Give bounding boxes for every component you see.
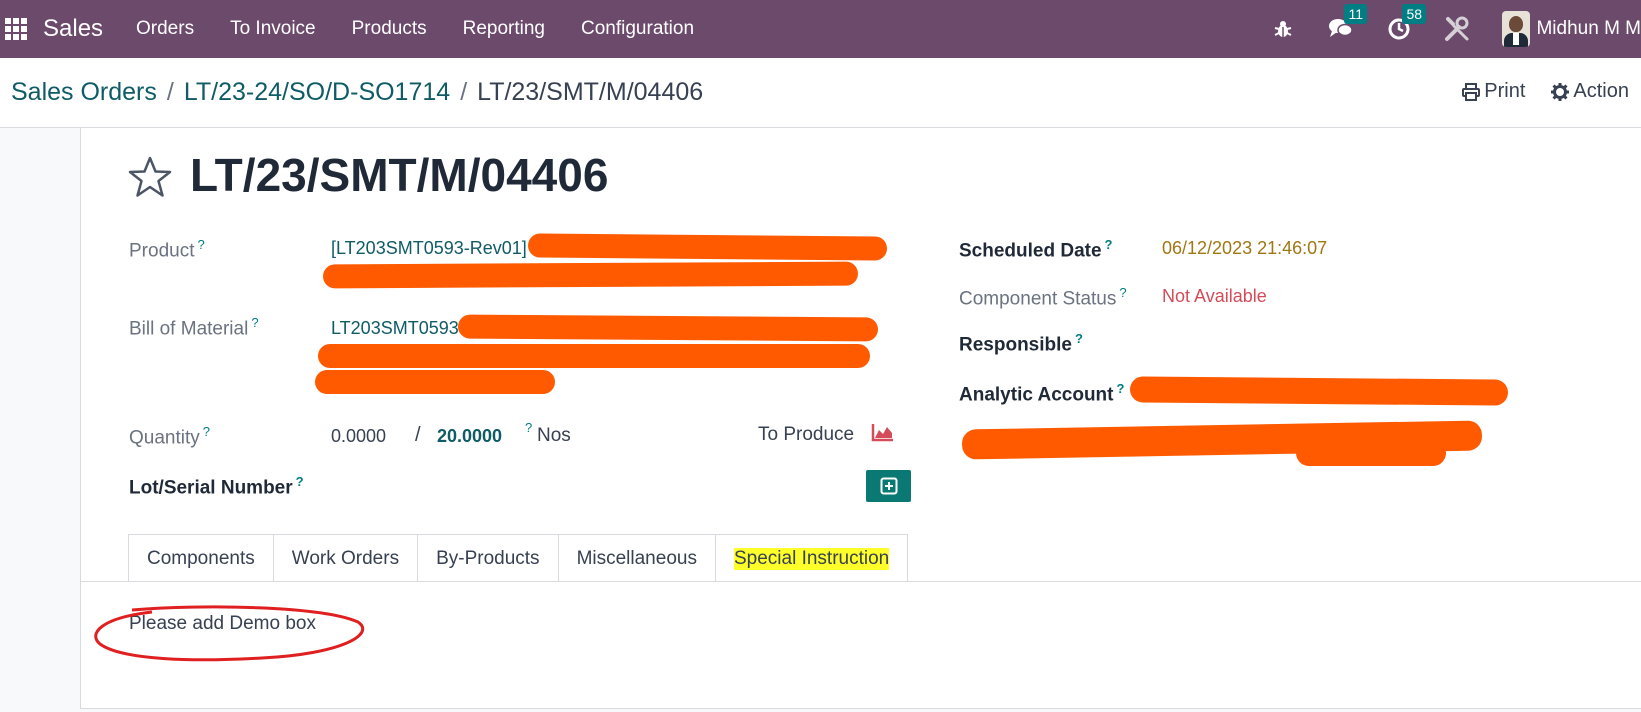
tabs-divider <box>80 581 1641 582</box>
area-chart-icon[interactable] <box>871 422 895 442</box>
app-brand[interactable]: Sales <box>43 15 103 43</box>
breadcrumb-sales-orders[interactable]: Sales Orders <box>11 78 157 107</box>
menu-orders[interactable]: Orders <box>136 18 194 40</box>
lot-serial-label: Lot/Serial Number? <box>129 474 304 499</box>
menu-to-invoice[interactable]: To Invoice <box>230 18 316 40</box>
messages-chat-icon[interactable]: 11 <box>1328 4 1368 42</box>
debug-bug-icon[interactable] <box>1270 16 1296 42</box>
gear-icon <box>1551 82 1570 101</box>
help-icon[interactable]: ? <box>203 424 210 439</box>
user-avatar[interactable] <box>1502 11 1531 47</box>
top-navbar: Sales Orders To Invoice Products Reporti… <box>0 0 1641 58</box>
product-label: Product? <box>129 237 205 262</box>
breadcrumb: Sales Orders / LT/23-24/SO/D-SO1714 / LT… <box>11 78 703 107</box>
tab-miscellaneous[interactable]: Miscellaneous <box>557 534 716 582</box>
help-icon[interactable]: ? <box>197 237 204 252</box>
scheduled-date-value[interactable]: 06/12/2023 21:46:07 <box>1162 238 1327 259</box>
annotation-circle <box>94 605 365 662</box>
quantity-produced[interactable]: 0.0000 <box>331 426 386 447</box>
main-menu: Orders To Invoice Products Reporting Con… <box>136 0 730 58</box>
action-button[interactable]: Action <box>1551 80 1629 103</box>
help-icon[interactable]: ? <box>296 474 304 489</box>
menu-products[interactable]: Products <box>352 18 427 40</box>
action-label: Action <box>1573 80 1629 102</box>
quantity-to-produce[interactable]: 20.0000 <box>437 426 502 447</box>
product-value[interactable]: [LT203SMT0593-Rev01] <box>331 238 527 259</box>
print-icon <box>1462 82 1481 101</box>
redaction-mark <box>322 261 859 289</box>
tab-work-orders[interactable]: Work Orders <box>272 534 419 582</box>
help-icon[interactable]: ? <box>1117 381 1125 396</box>
notebook-tabs: Components Work Orders By-Products Misce… <box>128 534 909 582</box>
messages-badge: 11 <box>1344 4 1368 24</box>
help-icon[interactable]: ? <box>1119 285 1126 300</box>
systray: 11 58 Midhun M M <box>1270 0 1641 58</box>
component-status-value: Not Available <box>1162 286 1267 306</box>
activities-badge: 58 <box>1402 4 1427 24</box>
to-produce-label[interactable]: To Produce <box>758 424 854 446</box>
user-name[interactable]: Midhun M M <box>1536 18 1641 40</box>
activities-clock-icon[interactable]: 58 <box>1386 4 1427 42</box>
tab-special-instruction-label: Special Instruction <box>733 547 890 570</box>
menu-reporting[interactable]: Reporting <box>463 18 545 40</box>
redaction-mark <box>527 233 888 261</box>
responsible-label: Responsible? <box>959 331 1083 356</box>
tab-components[interactable]: Components <box>128 534 274 582</box>
tab-special-instruction[interactable]: Special Instruction <box>714 534 909 582</box>
control-actions: Print Action <box>1436 80 1629 103</box>
breadcrumb-sale-order[interactable]: LT/23-24/SO/D-SO1714 <box>184 78 450 107</box>
record-title: LT/23/SMT/M/04406 <box>190 149 609 201</box>
uom-value[interactable]: Nos <box>537 425 571 447</box>
quantity-label: Quantity? <box>129 424 210 449</box>
help-icon[interactable]: ? <box>1075 331 1083 346</box>
bom-value[interactable]: LT203SMT0593 <box>331 318 459 339</box>
star-icon[interactable] <box>127 155 173 199</box>
add-lot-button[interactable] <box>866 470 911 502</box>
analytic-account-label: Analytic Account? <box>959 381 1125 406</box>
help-icon[interactable]: ? <box>251 315 258 330</box>
redaction-mark <box>1296 440 1446 466</box>
tab-by-products[interactable]: By-Products <box>417 534 559 582</box>
control-panel: Sales Orders / LT/23-24/SO/D-SO1714 / LT… <box>0 58 1641 128</box>
print-label: Print <box>1484 80 1526 102</box>
breadcrumb-separator: / <box>460 78 468 106</box>
scheduled-date-label: Scheduled Date? <box>959 237 1113 262</box>
menu-configuration[interactable]: Configuration <box>581 18 694 40</box>
breadcrumb-current: LT/23/SMT/M/04406 <box>477 78 704 106</box>
redaction-mark <box>457 314 879 342</box>
help-icon[interactable]: ? <box>525 420 532 435</box>
help-icon[interactable]: ? <box>1105 237 1113 252</box>
bom-label: Bill of Material? <box>129 315 259 340</box>
redaction-mark <box>315 370 555 394</box>
print-button[interactable]: Print <box>1462 80 1525 103</box>
redaction-mark <box>1129 376 1509 406</box>
component-status-label: Component Status? <box>959 285 1127 310</box>
plus-square-icon <box>880 477 897 495</box>
tools-icon[interactable] <box>1444 16 1470 42</box>
app-menu-icon[interactable] <box>4 17 28 41</box>
redaction-mark <box>318 344 870 368</box>
breadcrumb-separator: / <box>166 78 174 106</box>
quantity-separator: / <box>415 424 421 446</box>
